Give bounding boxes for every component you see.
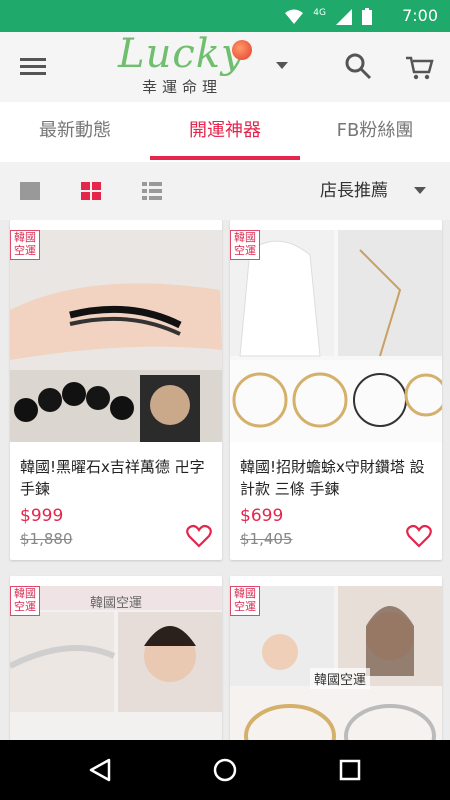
signal-icon	[336, 8, 352, 25]
korea-import-badge: 韓國空運	[230, 230, 260, 260]
category-tabs: 最新動態 開運神器 FB粉絲團	[0, 102, 450, 163]
product-title: 韓國!黑曜石x吉祥萬德 卍字 手鍊	[20, 458, 205, 498]
tab-lucky-items[interactable]: 開運神器	[150, 102, 300, 162]
product-card[interactable]: 韓國空運 韓國!黑曜石x吉祥萬德 卍字 手鍊 $999 $1,880	[10, 220, 222, 560]
wifi-icon	[285, 9, 304, 24]
image-banner-text: 韓國空運	[90, 596, 143, 611]
cart-icon[interactable]	[404, 52, 434, 82]
clock: 7:00	[402, 6, 438, 25]
status-icons: 4G	[285, 8, 372, 25]
product-image	[10, 230, 222, 442]
product-original-price: $1,880	[20, 530, 73, 548]
menu-icon[interactable]	[18, 52, 50, 82]
app-logo[interactable]: Lucky 幸運命理	[118, 31, 258, 100]
chevron-down-icon[interactable]	[276, 62, 288, 69]
product-card[interactable]: 韓國空運 韓國!招財蟾蜍x守財鑽塔 設計款 三條 手鍊 $699 $1,405	[230, 220, 442, 560]
home-icon[interactable]	[212, 758, 238, 782]
tab-latest-news[interactable]: 最新動態	[0, 102, 150, 162]
sort-dropdown[interactable]: 店長推薦	[320, 162, 388, 220]
status-bar: 4G 7:00	[0, 0, 450, 32]
product-card[interactable]: 韓國空運 韓國空運	[10, 576, 222, 740]
tab-fb-fans[interactable]: FB粉絲團	[300, 102, 450, 162]
system-nav-bar	[0, 740, 450, 800]
logo-wordmark: Lucky	[118, 31, 245, 77]
korea-import-badge: 韓國空運	[10, 230, 40, 260]
product-title: 韓國!招財蟾蜍x守財鑽塔 設計款 三條 手鍊	[240, 458, 425, 498]
list-view-icon[interactable]	[142, 182, 162, 200]
battery-icon	[362, 8, 372, 25]
single-view-icon[interactable]	[20, 182, 40, 200]
product-price: $699	[240, 506, 284, 526]
back-icon[interactable]	[87, 758, 113, 782]
logo-subtitle: 幸運命理	[142, 78, 223, 96]
image-banner-text: 韓國空運	[310, 668, 371, 689]
view-toolbar: 店長推薦	[0, 162, 450, 220]
network-label: 4G	[313, 7, 326, 18]
product-image	[230, 586, 442, 740]
product-grid: 韓國空運 韓國!黑曜石x吉祥萬德 卍字 手鍊 $999 $1,880 韓國空運 …	[0, 220, 450, 740]
heart-icon[interactable]	[406, 524, 432, 548]
logo-ball-icon	[232, 40, 252, 60]
product-price: $999	[20, 506, 64, 526]
recents-icon[interactable]	[337, 758, 363, 782]
search-icon[interactable]	[344, 52, 372, 80]
product-image	[230, 230, 442, 442]
sort-chevron-down-icon[interactable]	[414, 187, 426, 194]
grid-view-icon[interactable]	[81, 182, 101, 200]
app-bar: Lucky 幸運命理	[0, 31, 450, 102]
korea-import-badge: 韓國空運	[230, 586, 260, 616]
heart-icon[interactable]	[186, 524, 212, 548]
product-original-price: $1,405	[240, 530, 293, 548]
korea-import-badge: 韓國空運	[10, 586, 40, 616]
product-card[interactable]: 韓國空運 韓國空運	[230, 576, 442, 740]
active-tab-indicator	[150, 156, 300, 160]
